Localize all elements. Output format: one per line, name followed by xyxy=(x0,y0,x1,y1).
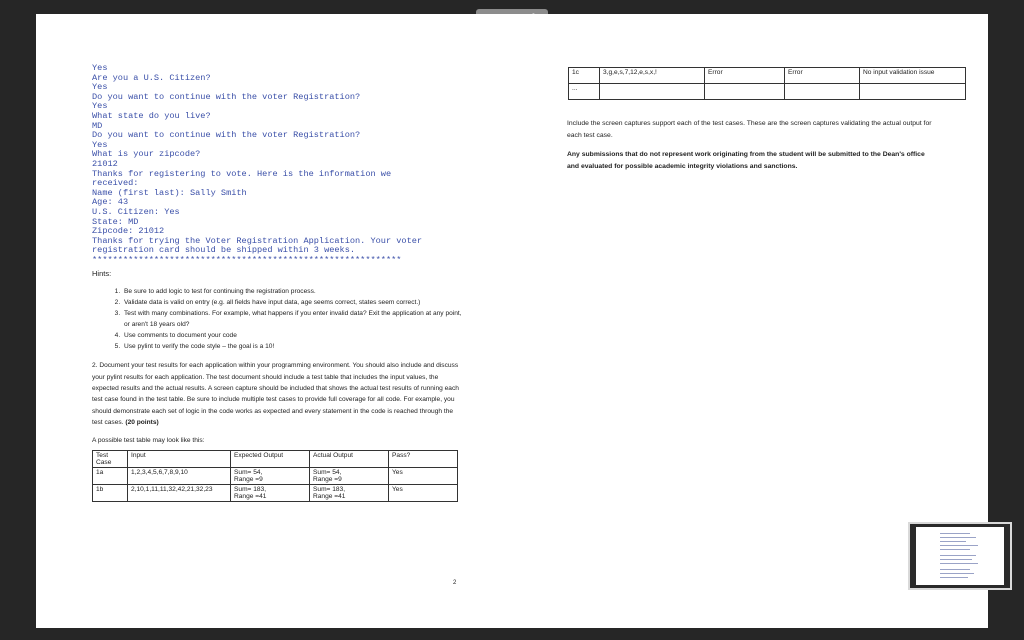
console-line: Name (first last): Sally Smith xyxy=(92,187,247,198)
console-line: What state do you live? xyxy=(92,110,211,121)
table-cell: Sum= 54, Range =9 xyxy=(309,467,389,486)
thumbnail-page-preview xyxy=(916,527,1004,585)
table-cell xyxy=(784,83,860,100)
table-row: 1c 3,g,e,s,7,12,e,s,x,! Error Error No i… xyxy=(568,67,966,84)
table-row: ... xyxy=(568,83,966,100)
hint-item: Use comments to document your code xyxy=(122,330,462,341)
table-cell: Yes xyxy=(388,467,458,486)
table-cell xyxy=(704,83,785,100)
table-cell: 1a xyxy=(92,467,128,486)
console-line: Do you want to continue with the voter R… xyxy=(92,130,361,141)
page-number: 2 xyxy=(453,580,457,586)
hint-item: Validate data is valid on entry (e.g. al… xyxy=(122,297,462,308)
table-cell: 2,10,1,11,11,32,42,21,32,23 xyxy=(127,484,231,503)
page-thumbnail[interactable] xyxy=(908,522,1012,590)
task-text: 2. Document your test results for each a… xyxy=(92,362,459,426)
console-line: Yes xyxy=(92,63,108,73)
console-line: MD xyxy=(92,120,103,131)
table-cell: 3,g,e,s,7,12,e,s,x,! xyxy=(599,67,705,84)
test-table: Test Case Input Expected Output Actual O… xyxy=(92,450,458,503)
header-test-case: Test Case xyxy=(92,450,128,469)
table-cell: Sum= 183, Range =41 xyxy=(309,484,389,503)
console-line: Are you a U.S. Citizen? xyxy=(92,72,211,83)
table-cell: ... xyxy=(568,83,600,100)
console-line: Zipcode: 21012 xyxy=(92,226,165,237)
right-page-text: Include the screen captures support each… xyxy=(567,118,937,180)
table-row: 1a 1,2,3,4,5,6,7,8,9,10 Sum= 54, Range =… xyxy=(92,467,458,486)
hints-label: Hints: xyxy=(92,269,112,279)
console-line: Yes xyxy=(92,139,108,150)
console-line: Yes xyxy=(92,82,108,93)
console-line: 21012 xyxy=(92,158,118,169)
table-row: 1b 2,10,1,11,11,32,42,21,32,23 Sum= 183,… xyxy=(92,484,458,503)
header-pass: Pass? xyxy=(388,450,458,469)
table-cell: Error xyxy=(704,67,785,84)
console-line: Age: 43 xyxy=(92,197,129,208)
document-spread[interactable]: Yes Are you a U.S. Citizen? Yes Do you w… xyxy=(36,14,988,628)
table-cell: No input validation issue xyxy=(859,67,966,84)
console-line: Do you want to continue with the voter R… xyxy=(92,91,361,102)
table-cell: Sum= 183, Range =41 xyxy=(230,484,310,503)
hint-item: Use pylint to verify the code style – th… xyxy=(122,341,462,352)
integrity-warning: Any submissions that do not represent wo… xyxy=(567,151,925,170)
console-line: U.S. Citizen: Yes xyxy=(92,206,180,217)
console-line: ****************************************… xyxy=(92,254,402,265)
hint-item: Be sure to add logic to test for continu… xyxy=(122,286,462,297)
hints-list: Be sure to add logic to test for continu… xyxy=(92,286,462,352)
possible-table-label: A possible test table may look like this… xyxy=(92,437,205,445)
table-header-row: Test Case Input Expected Output Actual O… xyxy=(92,450,458,469)
console-line: registration card should be shipped with… xyxy=(92,245,356,256)
hint-item: Test with many combinations. For example… xyxy=(122,308,462,330)
console-line: Thanks for trying the Voter Registration… xyxy=(92,235,423,246)
table-cell: Error xyxy=(784,67,860,84)
header-input: Input xyxy=(127,450,231,469)
table-cell xyxy=(859,83,966,100)
table-cell xyxy=(599,83,705,100)
header-expected-output: Expected Output xyxy=(230,450,310,469)
table-cell: 1c xyxy=(568,67,600,84)
console-line: Yes xyxy=(92,101,108,112)
console-line: received: xyxy=(92,178,139,189)
screen-capture-note: Include the screen captures support each… xyxy=(567,120,932,139)
table-cell: Yes xyxy=(388,484,458,503)
table-cell: Sum= 54, Range =9 xyxy=(230,467,310,486)
console-output: Yes Are you a U.S. Citizen? Yes Do you w… xyxy=(92,63,462,265)
task-points: (20 points) xyxy=(125,418,159,426)
console-line: What is your zipcode? xyxy=(92,149,201,160)
console-line: Thanks for registering to vote. Here is … xyxy=(92,168,392,179)
task-paragraph: 2. Document your test results for each a… xyxy=(92,360,462,428)
header-actual-output: Actual Output xyxy=(309,450,389,469)
console-line: State: MD xyxy=(92,216,139,227)
table-cell: 1b xyxy=(92,484,128,503)
table-cell: 1,2,3,4,5,6,7,8,9,10 xyxy=(127,467,231,486)
left-page: Yes Are you a U.S. Citizen? Yes Do you w… xyxy=(92,63,462,503)
continued-test-table: 1c 3,g,e,s,7,12,e,s,x,! Error Error No i… xyxy=(568,67,966,100)
